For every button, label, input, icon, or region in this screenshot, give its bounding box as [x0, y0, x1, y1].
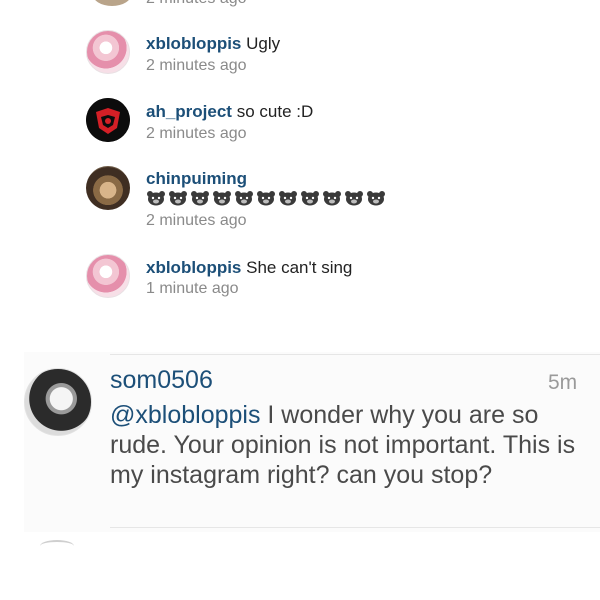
- comment-item: ah_project so cute :D 2 minutes ago: [86, 98, 586, 148]
- comment-time: 2 minutes ago: [146, 57, 247, 74]
- comment-time: 2 minutes ago: [146, 125, 247, 142]
- bear-face-icon: [146, 190, 166, 206]
- bear-face-icon: [366, 190, 386, 206]
- bear-face-icon: [322, 190, 342, 206]
- avatar[interactable]: [86, 166, 130, 210]
- avatar[interactable]: [86, 30, 130, 74]
- bear-face-icon: [344, 190, 364, 206]
- comment-item: xblobloppis Ugly 2 minutes ago: [86, 30, 586, 80]
- comment-item: xblobloppis She can't sing 1 minute ago: [86, 254, 586, 304]
- comment-time: 2 minutes ago: [146, 212, 247, 229]
- bear-face-icon: [190, 190, 210, 206]
- avatar[interactable]: [92, 0, 132, 6]
- comment-text: Ugly: [246, 34, 281, 53]
- avatar[interactable]: [24, 368, 92, 436]
- comment-username[interactable]: ah_project: [146, 102, 232, 121]
- comment-username[interactable]: chinpuiming: [146, 169, 247, 188]
- comment-time: 1 minute ago: [146, 280, 239, 297]
- comments-screen: 2 minutes ago xblobloppis Ugly 2 minutes…: [0, 0, 600, 600]
- bear-face-icon: [256, 190, 276, 206]
- avatar[interactable]: [86, 98, 130, 142]
- avatar[interactable]: [86, 254, 130, 298]
- divider: [110, 527, 600, 528]
- comment-item: chinpuiming 2 minutes ago: [86, 166, 586, 236]
- comment-username[interactable]: xblobloppis: [146, 34, 241, 53]
- bear-face-icon: [234, 190, 254, 206]
- comment-text: She can't sing: [246, 258, 353, 277]
- red-logo-icon: [86, 98, 130, 142]
- emoji-row: [146, 190, 386, 206]
- comment-username[interactable]: xblobloppis: [146, 258, 241, 277]
- avatar[interactable]: [40, 540, 74, 552]
- mention-link[interactable]: @xblobloppis: [110, 401, 260, 429]
- divider: [110, 354, 600, 355]
- comment-time: 2 minutes ago: [146, 0, 247, 8]
- reply-message: @xblobloppis I wonder why you are so rud…: [110, 400, 580, 490]
- bear-face-icon: [212, 190, 232, 206]
- reply-time: 5m: [548, 371, 578, 394]
- bear-face-icon: [168, 190, 188, 206]
- comment-text: so cute :D: [236, 102, 314, 121]
- reply-username[interactable]: som0506: [110, 366, 213, 395]
- bear-face-icon: [300, 190, 320, 206]
- bear-face-icon: [278, 190, 298, 206]
